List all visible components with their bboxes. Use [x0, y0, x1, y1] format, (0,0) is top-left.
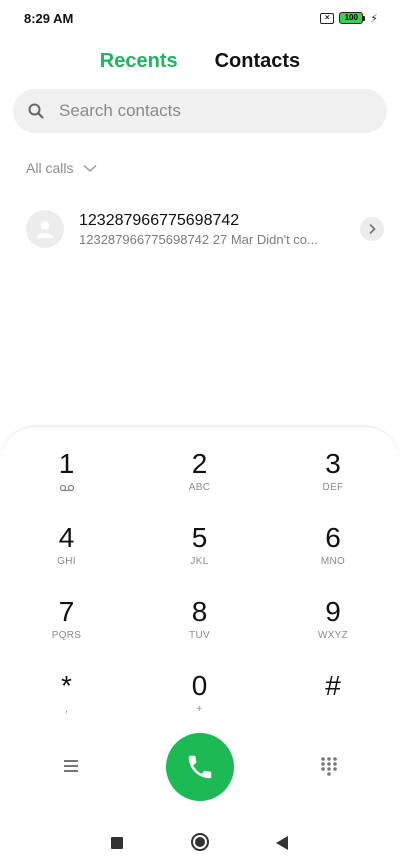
tab-contacts[interactable]: Contacts [215, 50, 301, 73]
key-digit: 4 [58, 522, 75, 553]
dial-key-6[interactable]: 6 MNO [266, 521, 400, 595]
search-icon [28, 103, 44, 119]
key-digit: * [61, 670, 72, 701]
search-bar[interactable] [13, 89, 387, 133]
key-digit: 1 [58, 448, 75, 479]
dialpad-actions [0, 731, 400, 801]
key-digit: 7 [58, 596, 75, 627]
tab-recents[interactable]: Recents [100, 50, 178, 73]
top-tabs: Recents Contacts [0, 44, 400, 78]
battery-level: 100 [339, 12, 364, 24]
key-letters: DEF [322, 482, 344, 493]
key-digit: 8 [191, 596, 208, 627]
no-sim-icon: × [320, 12, 335, 24]
key-letters: TUV [189, 630, 210, 641]
back-triangle-icon[interactable] [276, 836, 288, 850]
key-letters: WXYZ [317, 630, 349, 641]
call-filter-dropdown[interactable]: All calls [26, 160, 97, 176]
key-letters: MNO [320, 556, 346, 567]
status-time: 8:29 AM [24, 10, 74, 26]
recents-square-icon[interactable] [111, 837, 123, 849]
dial-key-4[interactable]: 4 GHI [0, 521, 133, 595]
battery-tip [363, 15, 366, 21]
dial-key-8[interactable]: 8 TUV [133, 595, 266, 669]
dialpad-keys: 1 2 ABC 3 DEF 4 GHI 5 JKL 6 MNO 7 PQRS 8… [0, 447, 400, 743]
dial-key-5[interactable]: 5 JKL [133, 521, 266, 595]
key-letters: GHI [57, 556, 76, 567]
call-details: 123287966775698742 27 Mar Didn't co... [79, 231, 352, 248]
contact-avatar-icon [26, 210, 64, 248]
search-input[interactable] [57, 100, 351, 122]
key-digit: 6 [325, 522, 341, 553]
call-log-row[interactable]: 123287966775698742 123287966775698742 27… [0, 204, 400, 254]
key-letters: , [64, 704, 69, 715]
dial-key-3[interactable]: 3 DEF [266, 447, 400, 521]
menu-icon[interactable] [60, 755, 82, 777]
key-digit: 0 [191, 670, 208, 701]
phone-screen: 8:29 AM × 100 ⚡ Recents Contacts All cal… [0, 0, 400, 866]
key-digit: # [325, 670, 341, 701]
key-digit: 9 [325, 596, 341, 627]
key-digit: 2 [191, 448, 208, 479]
status-bar: 8:29 AM × 100 ⚡ [0, 0, 400, 36]
dial-key-1[interactable]: 1 [0, 447, 133, 521]
call-details-button[interactable] [360, 217, 384, 241]
voicemail-icon [59, 484, 74, 492]
chevron-down-icon [83, 164, 97, 172]
charging-bolt-icon: ⚡ [370, 12, 378, 25]
call-number: 123287966775698742 [79, 231, 210, 247]
phone-icon [188, 755, 212, 779]
call-status: Didn't co... [256, 231, 318, 247]
status-icons: × 100 ⚡ [320, 12, 378, 25]
filter-label: All calls [26, 160, 74, 176]
key-digit: 3 [325, 448, 341, 479]
home-circle-icon[interactable] [191, 833, 209, 851]
navigation-bar [0, 822, 400, 866]
key-digit: 5 [191, 522, 208, 553]
dial-key-2[interactable]: 2 ABC [133, 447, 266, 521]
dial-key-7[interactable]: 7 PQRS [0, 595, 133, 669]
chevron-right-icon [369, 223, 376, 235]
battery-icon: 100 [339, 12, 366, 24]
call-button[interactable] [166, 733, 234, 801]
dialpad: 1 2 ABC 3 DEF 4 GHI 5 JKL 6 MNO 7 PQRS 8… [0, 426, 400, 820]
person-icon [36, 221, 54, 238]
key-letters: JKL [190, 556, 209, 567]
key-letters: PQRS [51, 630, 82, 641]
key-letters: + [196, 704, 203, 715]
dial-key-9[interactable]: 9 WXYZ [266, 595, 400, 669]
call-name: 123287966775698742 [79, 211, 240, 229]
call-text: 123287966775698742 123287966775698742 27… [79, 211, 352, 248]
dialpad-toggle-icon[interactable] [318, 755, 340, 777]
call-date: 27 Mar [212, 231, 254, 247]
key-letters: ABC [188, 482, 211, 493]
home-circle-inner [195, 837, 205, 847]
